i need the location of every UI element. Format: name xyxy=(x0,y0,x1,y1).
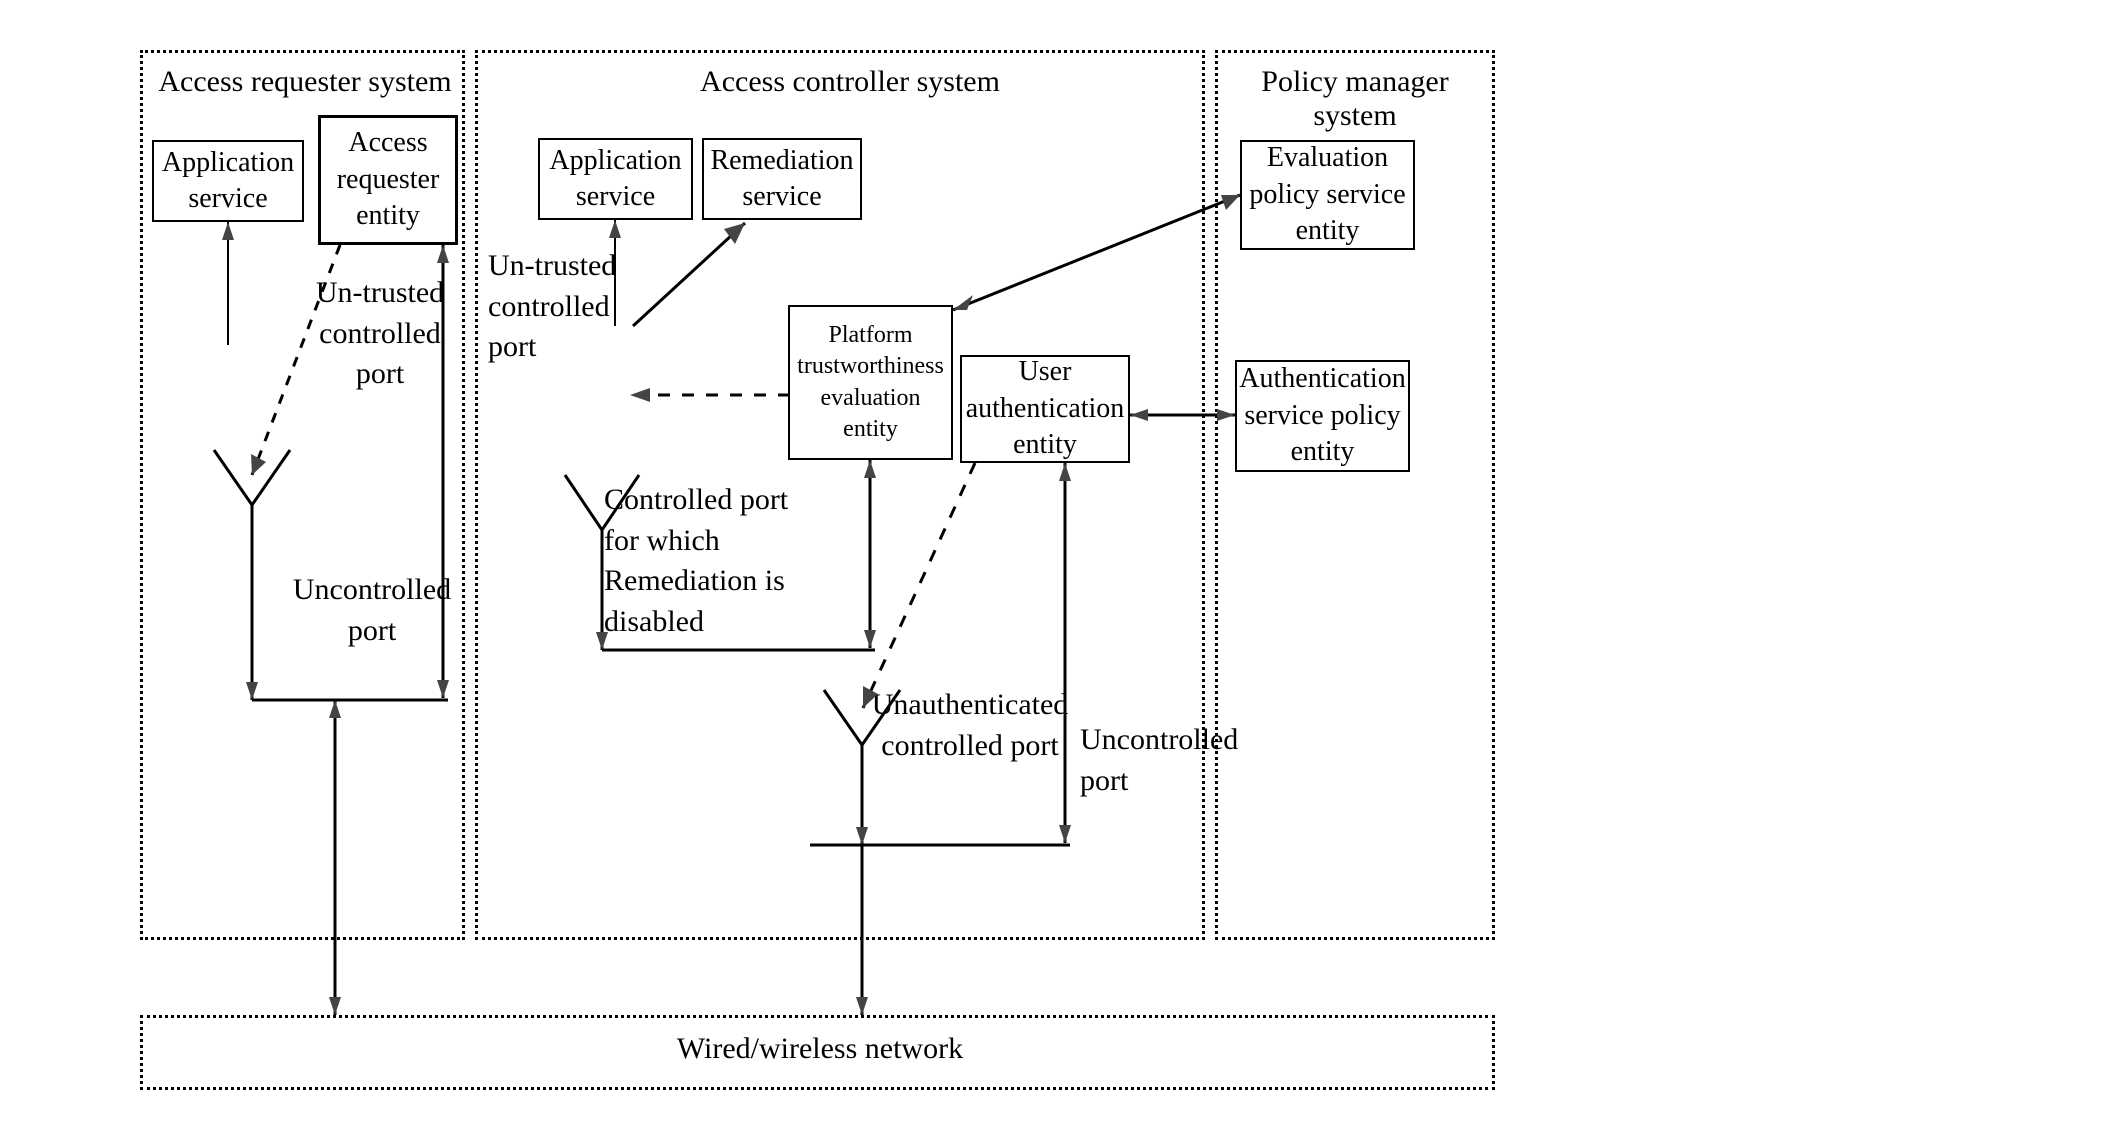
diagram-connections xyxy=(140,50,1540,1110)
